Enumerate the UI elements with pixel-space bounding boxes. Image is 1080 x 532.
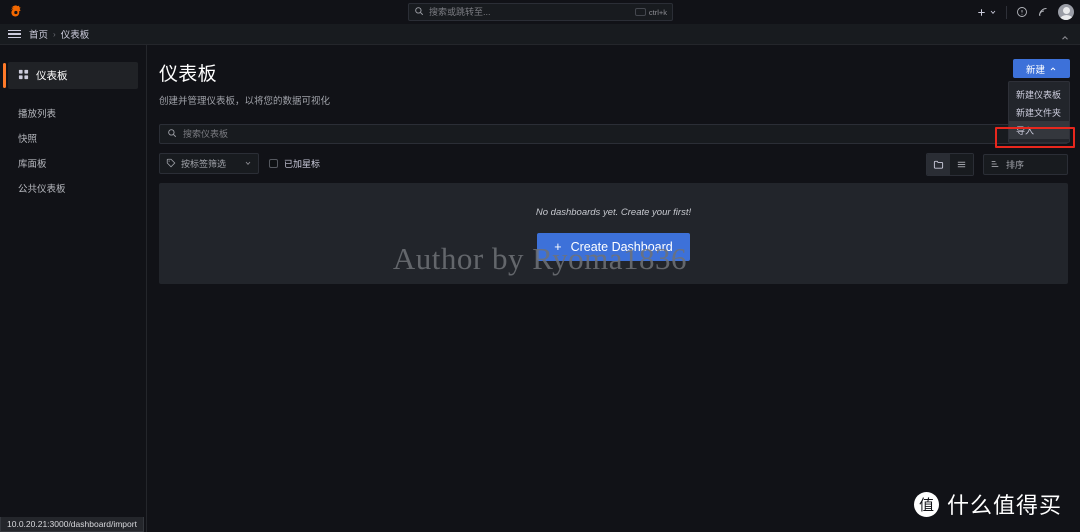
create-dashboard-button[interactable]: + Create Dashboard bbox=[537, 232, 690, 261]
menu-item-new-dashboard[interactable]: 新建仪表板 bbox=[1009, 85, 1069, 103]
global-search-input[interactable] bbox=[429, 7, 630, 17]
menu-item-label: 新建仪表板 bbox=[1016, 89, 1062, 100]
menu-item-label: 导入 bbox=[1016, 125, 1035, 136]
breadcrumb: 首页 › 仪表板 bbox=[29, 27, 90, 42]
search-icon bbox=[414, 3, 424, 21]
starred-filter-label: 已加星标 bbox=[284, 159, 321, 169]
empty-state-message: No dashboards yet. Create your first! bbox=[535, 206, 692, 218]
chevron-down-icon bbox=[990, 10, 996, 14]
search-icon bbox=[167, 125, 177, 143]
tag-filter-select[interactable]: 按标签筛选 bbox=[159, 153, 259, 174]
breadcrumb-item-home[interactable]: 首页 bbox=[29, 27, 48, 41]
breadcrumb-separator: › bbox=[53, 29, 56, 39]
sidebar-item-label: 公共仪表板 bbox=[18, 183, 66, 195]
menu-item-label: 新建文件夹 bbox=[1016, 107, 1062, 118]
page-subtitle: 创建并管理仪表板，以将您的数据可视化 bbox=[159, 96, 331, 107]
starred-filter-checkbox[interactable]: 已加星标 bbox=[269, 157, 320, 170]
sidebar: 仪表板 播放列表 快照 库面板 公共仪表板 bbox=[0, 45, 147, 532]
checkbox-icon[interactable] bbox=[269, 159, 278, 168]
list-view-icon[interactable] bbox=[950, 154, 973, 175]
sidebar-item-label: 仪表板 bbox=[36, 70, 68, 82]
hamburger-menu-icon[interactable] bbox=[8, 29, 21, 39]
sidebar-item-playlists[interactable]: 播放列表 bbox=[0, 100, 146, 125]
chevron-up-icon bbox=[1050, 66, 1056, 70]
folder-view-icon[interactable] bbox=[927, 154, 950, 175]
sidebar-item-label: 播放列表 bbox=[18, 108, 57, 120]
status-bar-url: 10.0.20.21:3000/dashboard/import bbox=[0, 517, 144, 532]
filters-row: 按标签筛选 已加星标 排序 bbox=[159, 153, 1068, 176]
dashboard-search-box[interactable] bbox=[159, 124, 1068, 144]
menu-item-import[interactable]: 导入 bbox=[1009, 121, 1069, 139]
view-mode-toggle bbox=[926, 153, 974, 176]
new-dropdown-menu: 新建仪表板 新建文件夹 导入 bbox=[1008, 81, 1070, 143]
global-search-box[interactable]: ctrl+k bbox=[408, 3, 673, 21]
news-rss-icon[interactable] bbox=[1037, 6, 1049, 18]
top-bar-actions bbox=[976, 0, 1074, 24]
sidebar-item-snapshots[interactable]: 快照 bbox=[0, 125, 146, 150]
sort-select[interactable]: 排序 bbox=[983, 154, 1068, 175]
help-circle-icon[interactable] bbox=[1016, 6, 1028, 18]
apps-grid-icon bbox=[18, 67, 29, 85]
plus-icon: + bbox=[554, 239, 562, 254]
dashboard-search-input[interactable] bbox=[183, 129, 1060, 139]
user-avatar[interactable] bbox=[1058, 4, 1074, 20]
sidebar-item-label: 库面板 bbox=[18, 158, 47, 170]
main-content: 仪表板 创建并管理仪表板，以将您的数据可视化 按标签筛选 bbox=[147, 45, 1080, 532]
tag-filter-label: 按标签筛选 bbox=[181, 159, 227, 169]
breadcrumb-bar: 首页 › 仪表板 bbox=[0, 24, 1080, 45]
sidebar-item-public-dashboards[interactable]: 公共仪表板 bbox=[0, 175, 146, 200]
dashboards-empty-panel: No dashboards yet. Create your first! + … bbox=[159, 183, 1068, 284]
sidebar-item-library-panels[interactable]: 库面板 bbox=[0, 150, 146, 175]
sidebar-sub-items: 播放列表 快照 库面板 公共仪表板 bbox=[0, 100, 146, 200]
divider bbox=[1006, 5, 1007, 19]
kbd-box-icon bbox=[634, 8, 646, 16]
page-title: 仪表板 bbox=[159, 64, 217, 85]
tag-icon bbox=[166, 158, 176, 170]
grafana-logo-icon[interactable] bbox=[8, 4, 24, 20]
sort-label: 排序 bbox=[1006, 160, 1025, 170]
view-and-sort-controls: 排序 bbox=[926, 153, 1068, 176]
create-dashboard-label: Create Dashboard bbox=[570, 239, 673, 254]
shortcut-label: ctrl+k bbox=[648, 7, 667, 17]
grafana-dashboards-page: ctrl+k bbox=[0, 0, 1080, 532]
new-button-label: 新建 bbox=[1025, 64, 1045, 76]
sidebar-item-label: 快照 bbox=[18, 133, 38, 145]
new-button[interactable]: 新建 bbox=[1013, 59, 1070, 78]
top-bar: ctrl+k bbox=[0, 0, 1080, 24]
sidebar-item-dashboards[interactable]: 仪表板 bbox=[3, 62, 138, 89]
create-new-button[interactable] bbox=[976, 7, 997, 18]
chevron-down-icon bbox=[244, 159, 252, 169]
sort-icon bbox=[990, 159, 1000, 171]
menu-item-new-folder[interactable]: 新建文件夹 bbox=[1009, 103, 1069, 121]
search-shortcut-hint: ctrl+k bbox=[634, 7, 667, 17]
breadcrumb-item-dashboards[interactable]: 仪表板 bbox=[61, 27, 90, 41]
